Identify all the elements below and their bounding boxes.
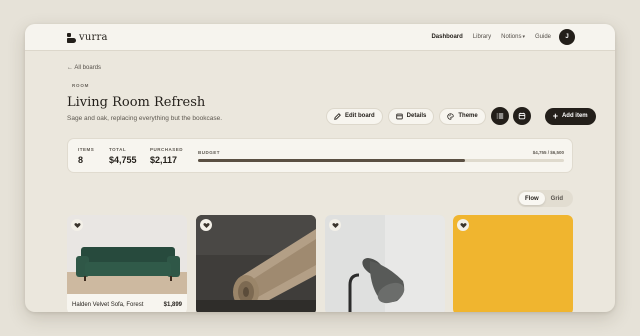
budget-amount: $4,755 / $6,500 <box>532 150 564 155</box>
heart-icon <box>459 222 467 228</box>
grid-view-option[interactable]: Grid <box>545 192 569 205</box>
rug-image <box>196 215 316 312</box>
stat-items-value: 8 <box>78 155 84 165</box>
back-link-label: All boards <box>74 65 102 71</box>
nav-notions-label: Notions <box>501 34 522 40</box>
theme-label: Theme <box>458 113 478 119</box>
favorite-button[interactable] <box>329 219 341 231</box>
card-price: $1,899 <box>163 301 182 308</box>
nav-library[interactable]: Library <box>473 34 491 40</box>
logo-icon <box>67 32 76 43</box>
flow-view-option[interactable]: Flow <box>519 192 545 205</box>
arrow-left-icon: ← <box>67 65 73 71</box>
calendar-view-button[interactable] <box>512 107 531 125</box>
list-icon <box>496 113 503 119</box>
budget-label: BUDGET <box>198 150 220 155</box>
nav-dashboard[interactable]: Dashboard <box>431 34 462 40</box>
view-mode-toggle: Flow Grid <box>517 190 573 207</box>
details-icon <box>395 113 403 119</box>
stat-purchased-label: PURCHASED <box>150 147 184 152</box>
add-item-label: Add item <box>561 113 588 119</box>
budget-progress: BUDGET $4,755 / $6,500 <box>198 150 564 162</box>
add-item-button[interactable]: + Add item <box>544 107 596 125</box>
stat-total-value: $4,755 <box>109 155 137 165</box>
stat-total: TOTAL $4,755 <box>109 147 137 165</box>
heart-icon <box>202 222 210 228</box>
list-view-button[interactable] <box>490 107 509 125</box>
calendar-icon <box>518 112 525 120</box>
item-card[interactable] <box>325 215 445 312</box>
palette-icon <box>447 112 455 120</box>
favorite-button[interactable] <box>71 219 83 231</box>
edit-board-label: Edit board <box>345 113 375 119</box>
nav-notions[interactable]: Notions▾ <box>501 34 525 40</box>
item-card[interactable] <box>453 215 573 312</box>
nav-guide[interactable]: Guide <box>535 34 551 40</box>
stat-total-label: TOTAL <box>109 147 127 152</box>
back-to-boards-link[interactable]: ← All boards <box>67 65 101 71</box>
page-title: Living Room Refresh <box>67 95 206 110</box>
chevron-down-icon: ▾ <box>522 34 525 40</box>
budget-fill <box>198 159 466 162</box>
heart-icon <box>331 222 339 228</box>
user-avatar[interactable]: J <box>559 29 575 45</box>
edit-board-button[interactable]: Edit board <box>326 107 383 125</box>
app-window: vurra Dashboard Library Notions▾ Guide J… <box>25 24 615 312</box>
top-navigation-bar: vurra Dashboard Library Notions▾ Guide J <box>25 24 615 51</box>
card-title: Halden Velvet Sofa, Forest <box>72 301 144 308</box>
app-logo[interactable]: vurra <box>67 32 108 43</box>
stat-items: ITEMS 8 <box>78 147 94 165</box>
board-stats-panel: ITEMS 8 TOTAL $4,755 PURCHASED $2,117 BU… <box>67 138 573 173</box>
item-card[interactable]: Halden Velvet Sofa, Forest $1,899 <box>67 215 187 312</box>
stat-purchased-value: $2,117 <box>150 155 178 165</box>
theme-button[interactable]: Theme <box>439 107 486 125</box>
card-footer: Halden Velvet Sofa, Forest $1,899 <box>67 294 187 312</box>
heart-icon <box>73 222 81 228</box>
stat-purchased: PURCHASED $2,117 <box>150 147 183 165</box>
main-nav: Dashboard Library Notions▾ Guide J <box>431 29 575 45</box>
stat-items-label: ITEMS <box>78 147 95 152</box>
favorite-button[interactable] <box>457 219 469 231</box>
details-button[interactable]: Details <box>387 107 435 125</box>
page-subtitle: Sage and oak, replacing everything but t… <box>67 115 223 122</box>
mustard-panel-image <box>453 215 573 312</box>
board-actions: Edit board Details Theme + Add item <box>326 107 596 125</box>
board-type-label: ROOM <box>72 83 90 88</box>
plus-icon: + <box>552 110 558 121</box>
pencil-icon <box>334 112 341 120</box>
app-name: vurra <box>79 32 108 43</box>
favorite-button[interactable] <box>200 219 212 231</box>
budget-track <box>198 159 564 162</box>
details-label: Details <box>406 113 427 119</box>
lamp-image <box>325 215 445 312</box>
item-card[interactable] <box>196 215 316 312</box>
